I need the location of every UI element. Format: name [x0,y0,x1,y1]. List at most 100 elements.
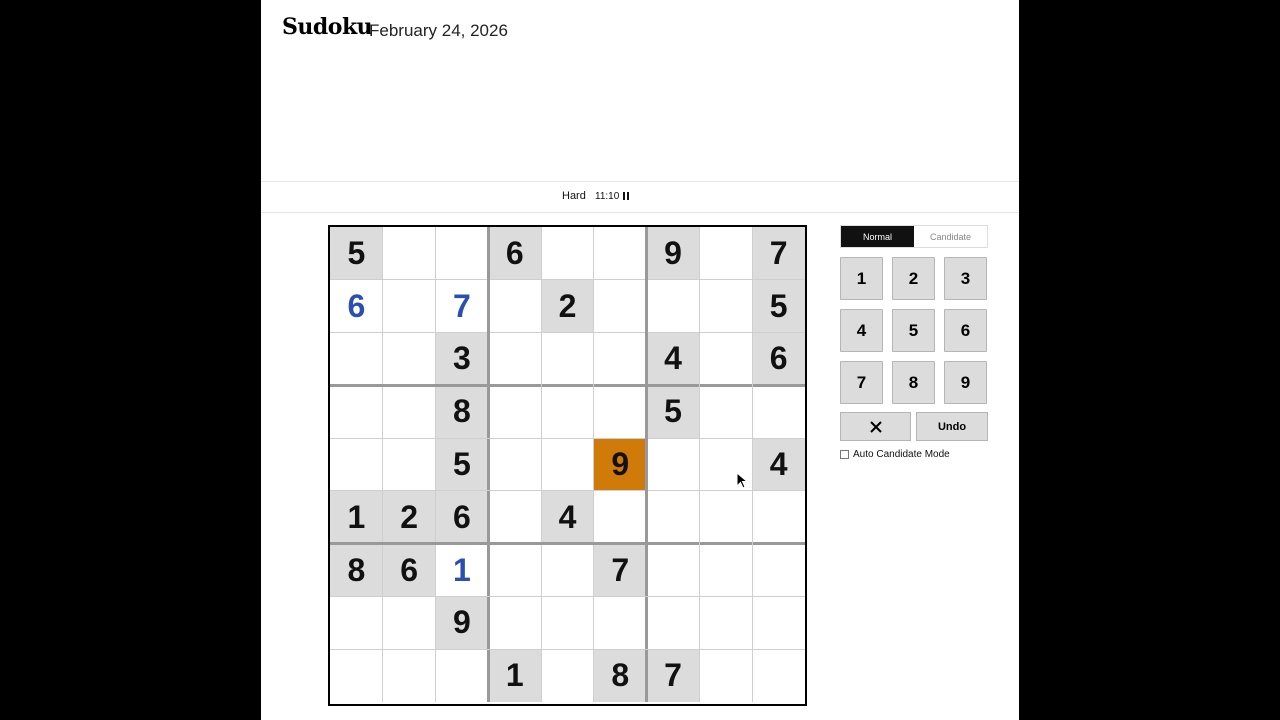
board-cell[interactable] [541,227,594,280]
board-cell[interactable] [752,491,805,544]
board-cell[interactable] [383,333,436,386]
board-cell[interactable]: 5 [646,385,700,439]
board-cell[interactable] [541,385,594,438]
pause-icon[interactable] [623,192,629,200]
erase-button[interactable] [840,412,911,441]
board-cell[interactable]: 5 [435,438,489,491]
board-cell[interactable] [488,491,541,544]
undo-button[interactable]: Undo [916,412,988,441]
board-cell[interactable] [594,227,647,280]
board-cell[interactable]: 4 [646,332,700,386]
board-cell[interactable] [488,438,541,491]
board-cell[interactable] [541,333,594,386]
board-cell[interactable] [330,333,383,386]
board-cell[interactable]: 8 [330,543,383,597]
board-cell[interactable] [541,596,594,649]
board-cell[interactable] [330,438,383,491]
board-cell[interactable] [647,544,700,597]
board-cell[interactable] [699,596,752,649]
page-title: Sudoku [282,14,373,40]
board-cell[interactable] [594,596,647,649]
board-cell[interactable] [383,438,436,491]
board-cell[interactable] [752,544,805,597]
board-cell[interactable]: 7 [593,543,647,597]
board-cell[interactable] [488,596,541,649]
board-cell[interactable]: 2 [541,279,594,333]
board-cell[interactable] [541,438,594,491]
board-cell[interactable]: 5 [752,279,805,333]
board-cell[interactable] [647,491,700,544]
board-cell[interactable] [594,491,647,544]
board-cell[interactable] [699,333,752,386]
board-cell[interactable] [752,385,805,438]
board-cell[interactable]: 3 [435,332,489,386]
board-cell[interactable]: 9 [435,596,489,650]
board-cell[interactable]: 7 [752,227,805,280]
board-cell[interactable] [383,385,436,438]
digit-key[interactable]: 7 [840,361,883,404]
digit-key[interactable]: 2 [892,257,935,300]
board-cell[interactable]: 6 [752,332,805,386]
board-cell[interactable]: 4 [752,438,805,491]
board-cell[interactable] [383,649,436,702]
board-cell[interactable] [488,280,541,333]
board-cell[interactable] [383,596,436,649]
board-cell[interactable] [436,227,489,280]
board-cell[interactable] [488,385,541,438]
board-cell[interactable] [594,280,647,333]
digit-key[interactable]: 6 [944,309,987,352]
board-cell[interactable] [436,649,489,702]
board-cell[interactable]: 8 [435,385,489,439]
board-cell[interactable] [383,280,436,333]
digit-key[interactable]: 8 [892,361,935,404]
board-cell[interactable]: 5 [330,227,383,280]
board-cell[interactable] [330,385,383,438]
board-cell[interactable] [594,333,647,386]
board-cell[interactable]: 8 [593,649,647,702]
board-cell[interactable] [594,385,647,438]
digit-key[interactable]: 4 [840,309,883,352]
board-cell[interactable] [647,438,700,491]
board-cell[interactable]: 6 [382,543,436,597]
board-cell[interactable] [541,544,594,597]
board-cell[interactable] [330,649,383,702]
tab-candidate[interactable]: Candidate [914,226,987,247]
mouse-cursor-icon [736,472,748,489]
board-cell[interactable]: 4 [541,490,594,544]
board-cell[interactable]: 6 [488,227,542,280]
board-cell[interactable] [383,227,436,280]
board-cell[interactable]: 7 [646,649,700,702]
board-cell[interactable] [647,596,700,649]
board-cell[interactable]: 9 [593,438,647,491]
board-cell[interactable] [647,280,700,333]
board-cell[interactable] [699,649,752,702]
board-cell[interactable] [330,596,383,649]
board-cell[interactable] [699,544,752,597]
auto-candidate-checkbox[interactable] [840,450,849,459]
board-cell[interactable] [541,649,594,702]
tab-normal[interactable]: Normal [841,226,914,247]
board-cell[interactable] [752,649,805,702]
board-cell[interactable] [699,385,752,438]
board-cell[interactable]: 1 [488,649,542,702]
digit-key[interactable]: 9 [944,361,987,404]
board-cell[interactable] [488,544,541,597]
board-cell[interactable] [699,280,752,333]
board-cell[interactable]: 1 [436,544,489,597]
board-cell[interactable]: 2 [382,490,436,544]
game-page: Sudoku February 24, 2026 Hard 11:10 5697… [261,0,1019,720]
board-cell[interactable]: 6 [330,280,383,333]
board-cell[interactable] [699,227,752,280]
board-cell[interactable] [699,491,752,544]
board-cell[interactable] [752,596,805,649]
digit-key[interactable]: 3 [944,257,987,300]
sudoku-board: 5697672534685594126486179187 [328,225,807,706]
board-cell[interactable] [488,333,541,386]
digit-key[interactable]: 5 [892,309,935,352]
board-cell[interactable]: 1 [330,490,383,544]
board-cell[interactable]: 9 [646,227,700,280]
board-cell[interactable]: 7 [436,280,489,333]
divider [261,212,1019,213]
digit-key[interactable]: 1 [840,257,883,300]
board-cell[interactable]: 6 [435,490,489,544]
